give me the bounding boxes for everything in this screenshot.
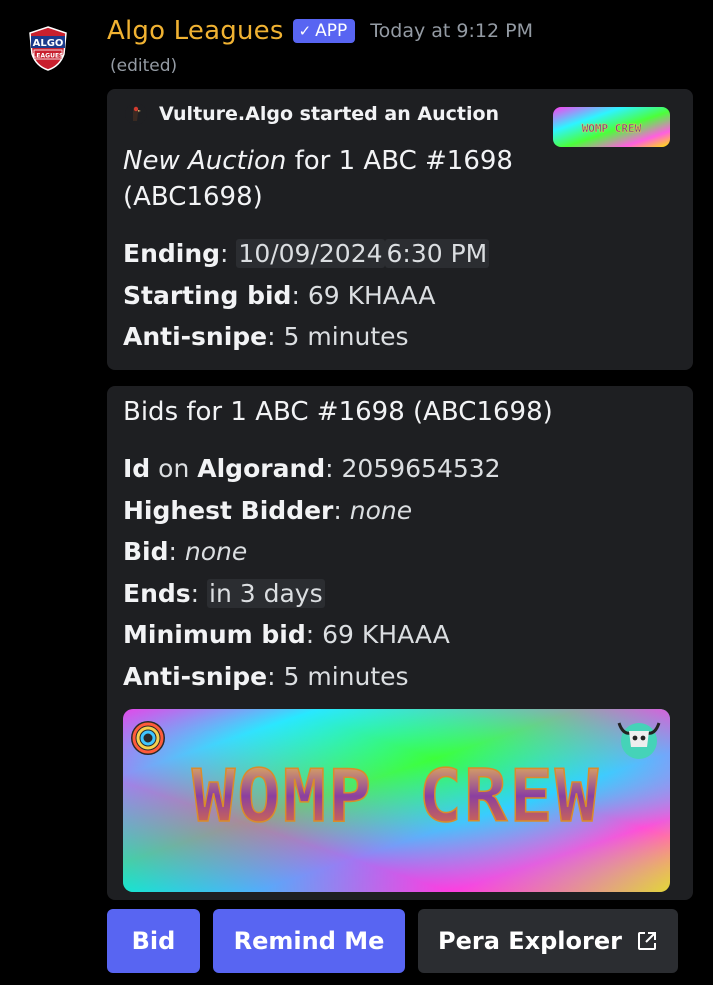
field-value: 69 KHAAA	[307, 280, 436, 310]
ending-date[interactable]: 10/09/2024	[236, 239, 385, 268]
field-value: none	[349, 495, 413, 525]
ends-relative-time[interactable]: in 3 days	[207, 578, 325, 608]
field-label: Highest Bidder	[123, 495, 334, 525]
embed-author-name: Vulture.Algo started an Auction	[159, 103, 500, 125]
field-connector: on	[158, 454, 190, 483]
field-bid: Bid: none	[123, 537, 248, 566]
bids-embed-title: Bids for 1 ABC #1698 (ABC1698)	[123, 397, 553, 427]
field-ending: Ending: 10/09/2024 6:30 PM	[123, 239, 490, 268]
field-value: 5 minutes	[283, 322, 409, 351]
field-minimum-bid: Minimum bid: 69 KHAAA	[123, 620, 450, 649]
field-value: 2059654532	[341, 454, 501, 483]
bot-username[interactable]: Algo Leagues	[107, 16, 284, 46]
app-badge-label: APP	[315, 21, 348, 41]
field-anti-snipe: Anti-snipe: 5 minutes	[123, 322, 409, 351]
remind-me-button[interactable]: Remind Me	[213, 909, 405, 973]
ending-time[interactable]: 6:30 PM	[384, 239, 490, 268]
field-label: Ending	[123, 239, 221, 268]
field-label: Anti-snipe	[123, 322, 268, 351]
bids-fields: Id on Algorand: 2059654532 Highest Bidde…	[123, 448, 501, 697]
embed-title: New Auction for 1 ABC #1698 (ABC1698)	[123, 143, 543, 215]
external-link-icon	[636, 930, 658, 952]
field-anti-snipe: Anti-snipe: 5 minutes	[123, 661, 409, 691]
embed-title-italic: New Auction	[123, 146, 287, 176]
field-starting-bid: Starting bid: 69 KHAAA	[123, 280, 436, 310]
field-label: Starting bid	[123, 280, 292, 310]
field-value: none	[184, 537, 248, 566]
field-label: Minimum bid	[123, 620, 306, 649]
bot-avatar[interactable]: ALGO LEAGUES	[24, 24, 72, 72]
pera-explorer-button[interactable]: Pera Explorer	[418, 909, 678, 973]
thumbnail-text: WOMP CREW	[582, 122, 642, 135]
rainbow-orb-icon	[131, 721, 165, 755]
verified-check-icon: ✓	[298, 22, 312, 40]
field-highest-bidder: Highest Bidder: none	[123, 495, 413, 525]
field-label: Id	[123, 454, 151, 483]
field-ends: Ends: in 3 days	[123, 578, 325, 608]
message-header: Algo Leagues ✓ APP Today at 9:12 PM	[107, 16, 533, 46]
womp-crew-banner-image[interactable]: WOMP CREW	[123, 709, 670, 892]
field-label: Bid	[123, 537, 169, 566]
field-value: 69 KHAAA	[322, 620, 450, 649]
app-badge: ✓ APP	[292, 19, 356, 43]
algo-leagues-logo-icon: ALGO LEAGUES	[29, 26, 67, 71]
message-timestamp[interactable]: Today at 9:12 PM	[370, 20, 533, 42]
banner-text: WOMP CREW	[192, 754, 600, 838]
svg-text:LEAGUES: LEAGUES	[33, 53, 64, 60]
svg-text:ALGO: ALGO	[33, 38, 64, 49]
field-value: 5 minutes	[283, 661, 409, 691]
bid-button[interactable]: Bid	[107, 909, 200, 973]
field-label: Ends	[123, 578, 191, 608]
pera-explorer-label: Pera Explorer	[438, 927, 622, 955]
field-id: Id on Algorand: 2059654532	[123, 454, 501, 483]
auction-fields: Ending: 10/09/2024 6:30 PM Starting bid: …	[123, 233, 490, 358]
edited-marker: (edited)	[110, 56, 178, 76]
field-network: Algorand	[197, 454, 326, 483]
embed-author: Vulture.Algo started an Auction	[125, 103, 499, 125]
field-label: Anti-snipe	[123, 661, 268, 691]
embed-thumbnail[interactable]: WOMP CREW	[553, 107, 670, 147]
vulture-avatar-icon	[125, 103, 147, 125]
